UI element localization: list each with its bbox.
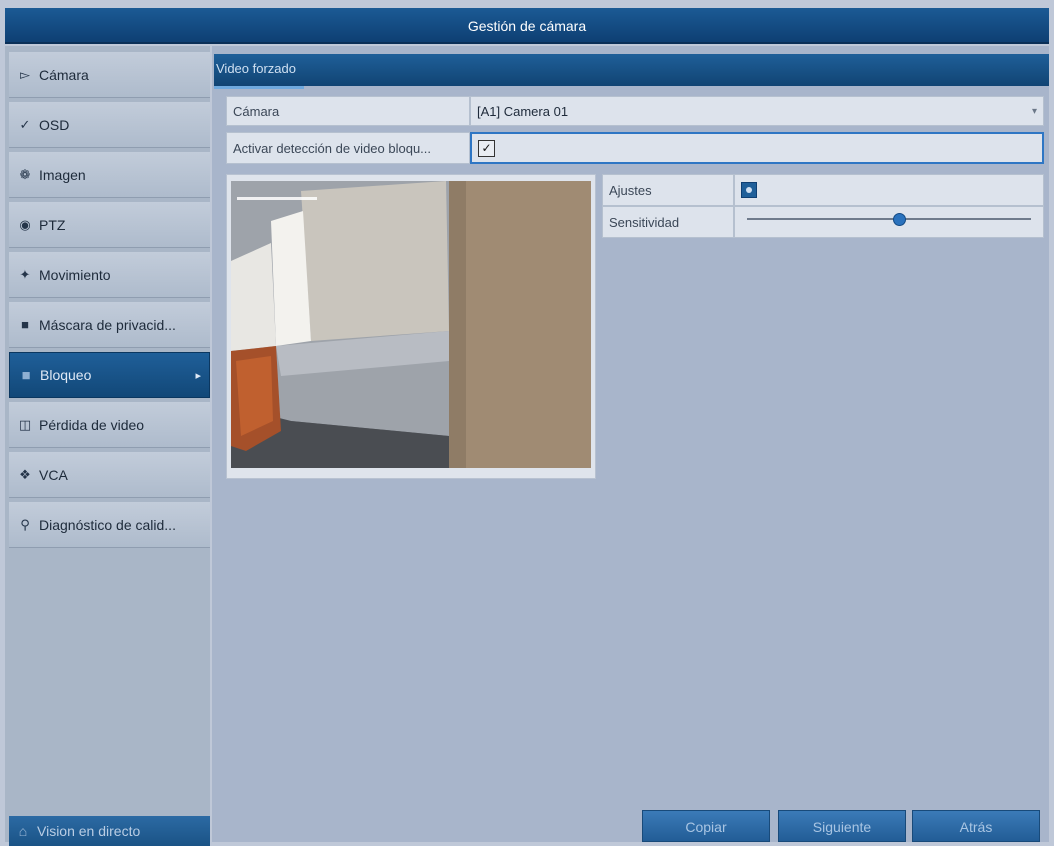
copy-button[interactable]: Copiar <box>642 810 770 842</box>
main-panel: Video forzado Cámara [A1] Camera 01 ▾ Ac… <box>212 46 1049 842</box>
sensitivity-label: Sensitividad <box>602 206 734 238</box>
sensitivity-slider[interactable] <box>734 206 1044 238</box>
sidebar-item-label: Diagnóstico de calid... <box>39 516 176 533</box>
sidebar-item-movimiento[interactable]: ✦ Movimiento <box>9 252 210 298</box>
slider-knob[interactable] <box>892 213 906 226</box>
camera-icon: ▻ <box>20 66 30 82</box>
ptz-icon: ◉ <box>19 216 31 232</box>
diagnostics-icon: ⚲ <box>20 516 30 532</box>
sidebar-item-label: PTZ <box>39 216 66 233</box>
home-icon: ⌂ <box>18 823 28 839</box>
tab-bar: Video forzado <box>214 54 1049 89</box>
window-title: Gestión de cámara <box>5 8 1049 44</box>
sidebar-item-bloqueo[interactable]: ◾ Bloqueo ▸ <box>9 352 210 398</box>
sidebar-item-diagnostico[interactable]: ⚲ Diagnóstico de calid... <box>9 502 210 548</box>
sidebar-item-label: Pérdida de video <box>39 416 145 433</box>
next-button[interactable]: Siguiente <box>778 810 906 842</box>
video-preview <box>226 174 596 479</box>
chevron-right-icon: ▸ <box>195 369 201 382</box>
sidebar-item-label: Cámara <box>39 66 89 83</box>
sidebar-item-mascara[interactable]: ■ Máscara de privacid... <box>9 302 210 348</box>
sidebar-item-label: Movimiento <box>39 266 111 283</box>
camera-label: Cámara <box>226 96 470 126</box>
back-button[interactable]: Atrás <box>912 810 1040 842</box>
sidebar-item-label: Imagen <box>39 166 86 183</box>
sidebar-item-osd[interactable]: ✓ OSD <box>9 102 210 148</box>
live-view-label: Vision en directo <box>37 823 141 839</box>
chevron-down-icon: ▾ <box>1031 106 1037 117</box>
vca-icon: ❖ <box>19 466 31 482</box>
settings-icon[interactable] <box>741 182 757 198</box>
enable-detection-label: Activar detección de video bloqu... <box>226 132 470 164</box>
tamper-icon: ◾ <box>21 367 31 382</box>
camera-select-value: [A1] Camera 01 <box>477 103 569 119</box>
motion-icon: ✦ <box>19 266 31 282</box>
image-icon: ❁ <box>19 166 31 182</box>
privacy-mask-icon: ■ <box>21 317 29 332</box>
sidebar-item-label: OSD <box>39 116 70 133</box>
tab-video-forzado[interactable]: Video forzado <box>214 54 304 89</box>
sidebar-item-label: Bloqueo <box>40 367 92 383</box>
settings-label: Ajustes <box>602 174 734 206</box>
sidebar-item-camara[interactable]: ▻ Cámara <box>9 52 210 98</box>
sidebar-item-imagen[interactable]: ❁ Imagen <box>9 152 210 198</box>
camera-select[interactable]: [A1] Camera 01 ▾ <box>470 96 1044 126</box>
sidebar-item-label: Máscara de privacid... <box>39 316 176 333</box>
enable-detection-cell: ✓ <box>470 132 1044 164</box>
slider-track <box>747 218 1031 220</box>
sidebar-item-label: VCA <box>39 466 68 483</box>
camera-image <box>231 181 591 468</box>
sidebar: ▻ Cámara ✓ OSD ❁ Imagen ◉ PTZ ✦ Movimien… <box>5 46 210 846</box>
camera-scene <box>231 181 591 468</box>
sidebar-item-vca[interactable]: ❖ VCA <box>9 452 210 498</box>
enable-detection-checkbox[interactable]: ✓ <box>478 139 495 157</box>
settings-cell <box>734 174 1044 206</box>
osd-icon: ✓ <box>19 116 31 132</box>
video-loss-icon: ◫ <box>18 416 32 432</box>
sidebar-item-ptz[interactable]: ◉ PTZ <box>9 202 210 248</box>
sidebar-item-perdida-video[interactable]: ◫ Pérdida de video <box>9 402 210 448</box>
